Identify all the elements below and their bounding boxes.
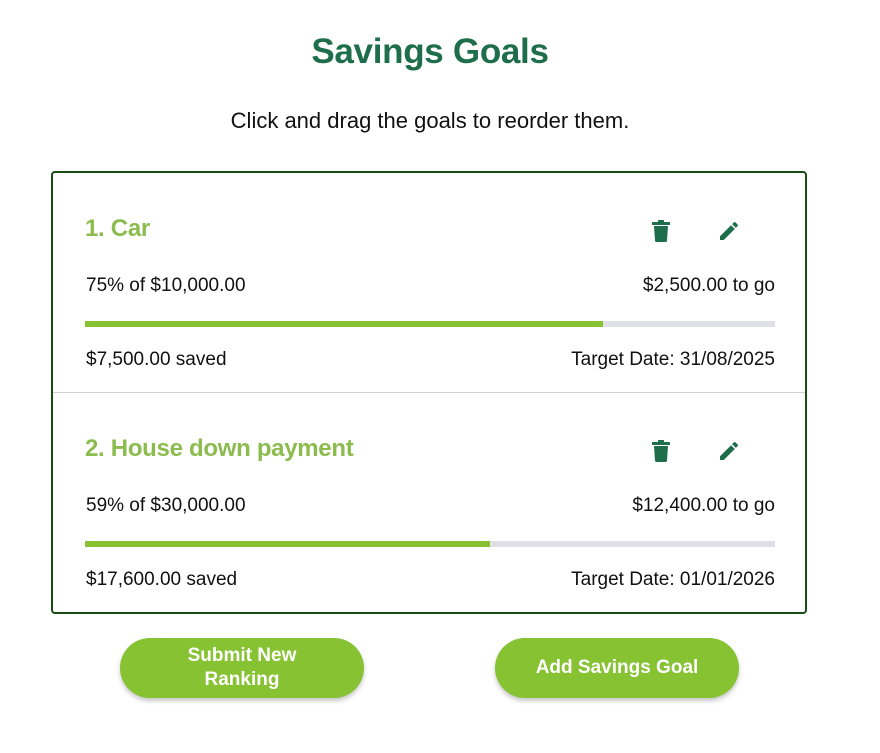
delete-goal-button[interactable]: [647, 437, 675, 465]
goal-card-house[interactable]: 2. House down payment 59% of $30,000.00 …: [53, 393, 805, 612]
submit-new-ranking-button[interactable]: Submit New Ranking: [120, 638, 364, 698]
goal-target-date: Target Date: 01/01/2026: [571, 569, 775, 590]
goal-progress-bar: [85, 321, 775, 327]
goal-progress-fill: [85, 321, 603, 327]
goal-card-car[interactable]: 1. Car 75% of $10,000.00 $2,500.00 to go…: [53, 173, 805, 393]
goal-percent-text: 59% of $30,000.00: [86, 495, 246, 516]
add-savings-goal-button[interactable]: Add Savings Goal: [495, 638, 739, 698]
goal-saved-text: $17,600.00 saved: [86, 569, 238, 590]
page-title: Savings Goals: [311, 32, 549, 71]
goal-saved-text: $7,500.00 saved: [86, 349, 227, 370]
trash-icon: [652, 220, 670, 242]
goal-name: 1. Car: [85, 215, 150, 242]
delete-goal-button[interactable]: [647, 217, 675, 245]
edit-goal-button[interactable]: [715, 437, 743, 465]
pencil-icon: [720, 441, 739, 460]
pencil-icon: [720, 221, 739, 240]
goal-progress-bar: [85, 541, 775, 547]
edit-goal-button[interactable]: [715, 217, 743, 245]
goal-to-go-text: $2,500.00 to go: [642, 275, 775, 296]
goals-list: 1. Car 75% of $10,000.00 $2,500.00 to go…: [51, 171, 807, 614]
trash-icon: [652, 440, 670, 462]
goal-percent-text: 75% of $10,000.00: [86, 275, 246, 296]
goal-name: 2. House down payment: [85, 435, 354, 462]
goal-progress-fill: [85, 541, 490, 547]
goal-to-go-text: $12,400.00 to go: [632, 495, 775, 516]
goal-target-date: Target Date: 31/08/2025: [571, 349, 775, 370]
instructions-text: Click and drag the goals to reorder them…: [230, 108, 630, 133]
